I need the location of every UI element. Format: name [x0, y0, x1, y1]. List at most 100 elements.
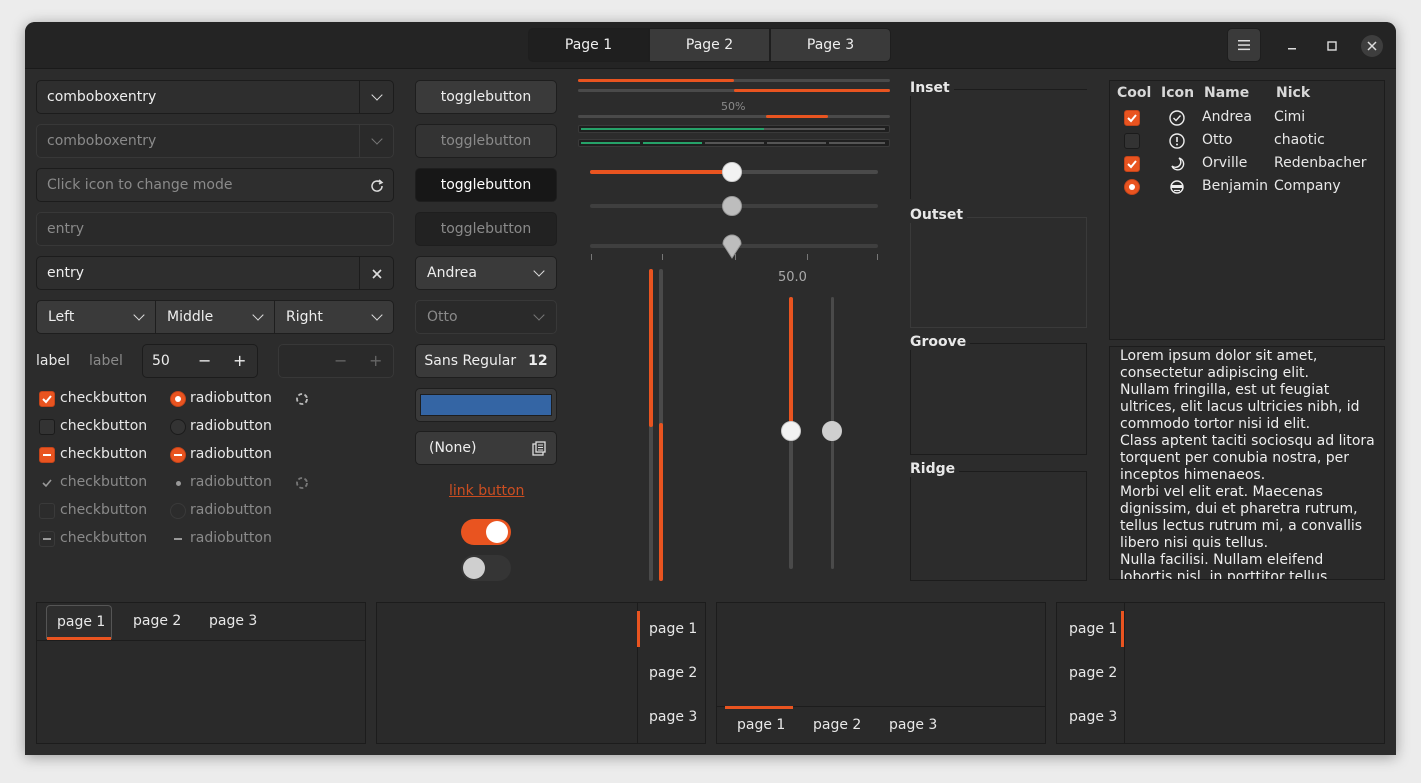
- radio-checked[interactable]: [170, 391, 186, 407]
- notebook-tab-page-1[interactable]: page 1: [649, 621, 697, 637]
- toggle-button-active-disabled: togglebutton: [415, 212, 557, 246]
- minus-icon[interactable]: −: [198, 351, 211, 370]
- spin-button[interactable]: 50 − +: [142, 344, 258, 378]
- toggle-button-active[interactable]: togglebutton: [415, 168, 557, 202]
- plus-icon[interactable]: +: [233, 351, 246, 370]
- combobox-entry[interactable]: comboboxentry: [36, 80, 394, 114]
- frame-groove-title: Groove: [910, 334, 971, 350]
- scale-knob[interactable]: [722, 162, 742, 182]
- tab-label: page 1: [57, 614, 106, 630]
- check-icon: [1127, 114, 1137, 123]
- radiobutton-label: radiobutton: [190, 474, 272, 490]
- notebook-tab-page-1[interactable]: page 1: [46, 605, 112, 640]
- tree-row-checkbox[interactable]: [1124, 110, 1140, 126]
- chevron-down-icon: [371, 309, 383, 321]
- text-view-line: Morbi vel elit erat. Maecenas: [1120, 484, 1323, 500]
- font-name: Sans Regular: [424, 353, 517, 369]
- column-header-icon[interactable]: Icon: [1161, 85, 1194, 101]
- frame-ridge: [910, 471, 1087, 581]
- level-bar-continuous: [578, 125, 890, 133]
- chevron-down-icon[interactable]: [371, 89, 383, 101]
- checkbox-unchecked[interactable]: [39, 419, 55, 435]
- file-chooser-button[interactable]: (None): [415, 431, 557, 465]
- link-button[interactable]: link button: [449, 483, 524, 499]
- label-disabled: label: [89, 353, 123, 369]
- text-view-line: libero nisi quis tellus.: [1120, 535, 1269, 551]
- frame-outset-title: Outset: [910, 207, 968, 223]
- entry-disabled: entry: [36, 212, 394, 246]
- notebook-tab-page-3[interactable]: page 3: [209, 613, 257, 629]
- text-view-line: lobortis nisl, in porttitor tellus: [1120, 569, 1328, 580]
- file-chooser-label: (None): [429, 440, 477, 456]
- level-bar-discrete: [578, 139, 890, 147]
- progress-bar-1: [578, 79, 890, 82]
- font-button[interactable]: Sans Regular 12: [415, 344, 557, 378]
- text-view-content[interactable]: Lorem ipsum dolor sit amet, consectetur a…: [1110, 347, 1384, 580]
- menu-button[interactable]: [1227, 28, 1261, 62]
- toggle-button[interactable]: togglebutton: [415, 80, 557, 114]
- vertical-progress-2: [659, 269, 663, 581]
- tree-row-checkbox[interactable]: [1124, 133, 1140, 149]
- document-open-icon: [532, 441, 546, 456]
- notebook-tab-page-2[interactable]: page 2: [133, 613, 181, 629]
- moon-icon: [1171, 157, 1185, 171]
- text-view-line: Lorem ipsum dolor sit amet,: [1120, 348, 1318, 364]
- radio-unchecked-disabled: [170, 503, 186, 519]
- radio-mixed[interactable]: [170, 447, 186, 463]
- checkbutton-label[interactable]: checkbutton: [60, 390, 147, 406]
- close-button[interactable]: [1356, 30, 1388, 62]
- color-button[interactable]: [415, 388, 557, 422]
- label: label: [36, 353, 70, 369]
- radiobutton-label[interactable]: radiobutton: [190, 446, 272, 462]
- notebook-tab-page-1[interactable]: page 1: [1069, 621, 1117, 637]
- notebook-tab-page-3[interactable]: page 3: [889, 717, 937, 733]
- maximize-button[interactable]: [1316, 30, 1348, 62]
- font-size: 12: [528, 353, 548, 369]
- notebook-tab-page-2[interactable]: page 2: [813, 717, 861, 733]
- refresh-icon[interactable]: [369, 178, 385, 194]
- scale-knob[interactable]: [781, 421, 801, 441]
- stack-tab-page-1[interactable]: Page 1: [528, 28, 649, 62]
- notebook-tab-page-3[interactable]: page 3: [1069, 709, 1117, 725]
- notebook-tab-page-2[interactable]: page 2: [1069, 665, 1117, 681]
- column-header-nick[interactable]: Nick: [1276, 85, 1310, 101]
- entry-clearable[interactable]: entry: [36, 256, 394, 290]
- combo-andrea[interactable]: Andrea: [415, 256, 557, 290]
- scale-ticks: [591, 254, 878, 260]
- notebook-left-tabs: page 1 page 2 page 3: [1056, 602, 1385, 744]
- checkbutton-label[interactable]: checkbutton: [60, 418, 147, 434]
- stack-tab-page-3[interactable]: Page 3: [770, 28, 891, 62]
- radio-unchecked[interactable]: [170, 419, 186, 435]
- linked-button-right[interactable]: Right: [274, 300, 394, 334]
- tree-row-radio[interactable]: [1124, 179, 1140, 195]
- column-header-name[interactable]: Name: [1204, 85, 1249, 101]
- tree-row-checkbox[interactable]: [1124, 156, 1140, 172]
- mode-entry[interactable]: Click icon to change mode: [36, 168, 394, 202]
- tree-view[interactable]: Cool Icon Name Nick Andrea Cimi Otto cha…: [1109, 80, 1385, 340]
- column-header-cool[interactable]: Cool: [1117, 85, 1151, 101]
- vertical-progress-1: [649, 269, 653, 581]
- checkbutton-label[interactable]: checkbutton: [60, 446, 147, 462]
- linked-button-middle[interactable]: Middle: [155, 300, 275, 334]
- scale-knob[interactable]: [822, 421, 842, 441]
- switch-knob: [463, 557, 485, 579]
- linked-button-left[interactable]: Left: [36, 300, 156, 334]
- notebook-tab-page-2[interactable]: page 2: [649, 665, 697, 681]
- tree-cell-name: Orville: [1202, 155, 1248, 171]
- stack-tab-page-2[interactable]: Page 2: [649, 28, 770, 62]
- text-view-line: Class aptent taciti sociosqu ad litora: [1120, 433, 1375, 449]
- switch-on[interactable]: [461, 519, 511, 545]
- text-view[interactable]: Lorem ipsum dolor sit amet, consectetur a…: [1109, 346, 1385, 580]
- switch-off[interactable]: [461, 555, 511, 581]
- minimize-button[interactable]: [1276, 30, 1308, 62]
- clear-icon[interactable]: [372, 269, 382, 279]
- notebook-tab-page-3[interactable]: page 3: [649, 709, 697, 725]
- text-view-line: commodo tortor nisi id elit.: [1120, 416, 1311, 432]
- radiobutton-label[interactable]: radiobutton: [190, 418, 272, 434]
- tree-cell-nick: Redenbacher: [1274, 155, 1367, 171]
- radiobutton-label[interactable]: radiobutton: [190, 390, 272, 406]
- checkbox-checked[interactable]: [39, 391, 55, 407]
- checkbutton-label: checkbutton: [60, 474, 148, 490]
- checkbox-mixed[interactable]: [39, 447, 55, 463]
- notebook-tab-page-1[interactable]: page 1: [737, 717, 785, 733]
